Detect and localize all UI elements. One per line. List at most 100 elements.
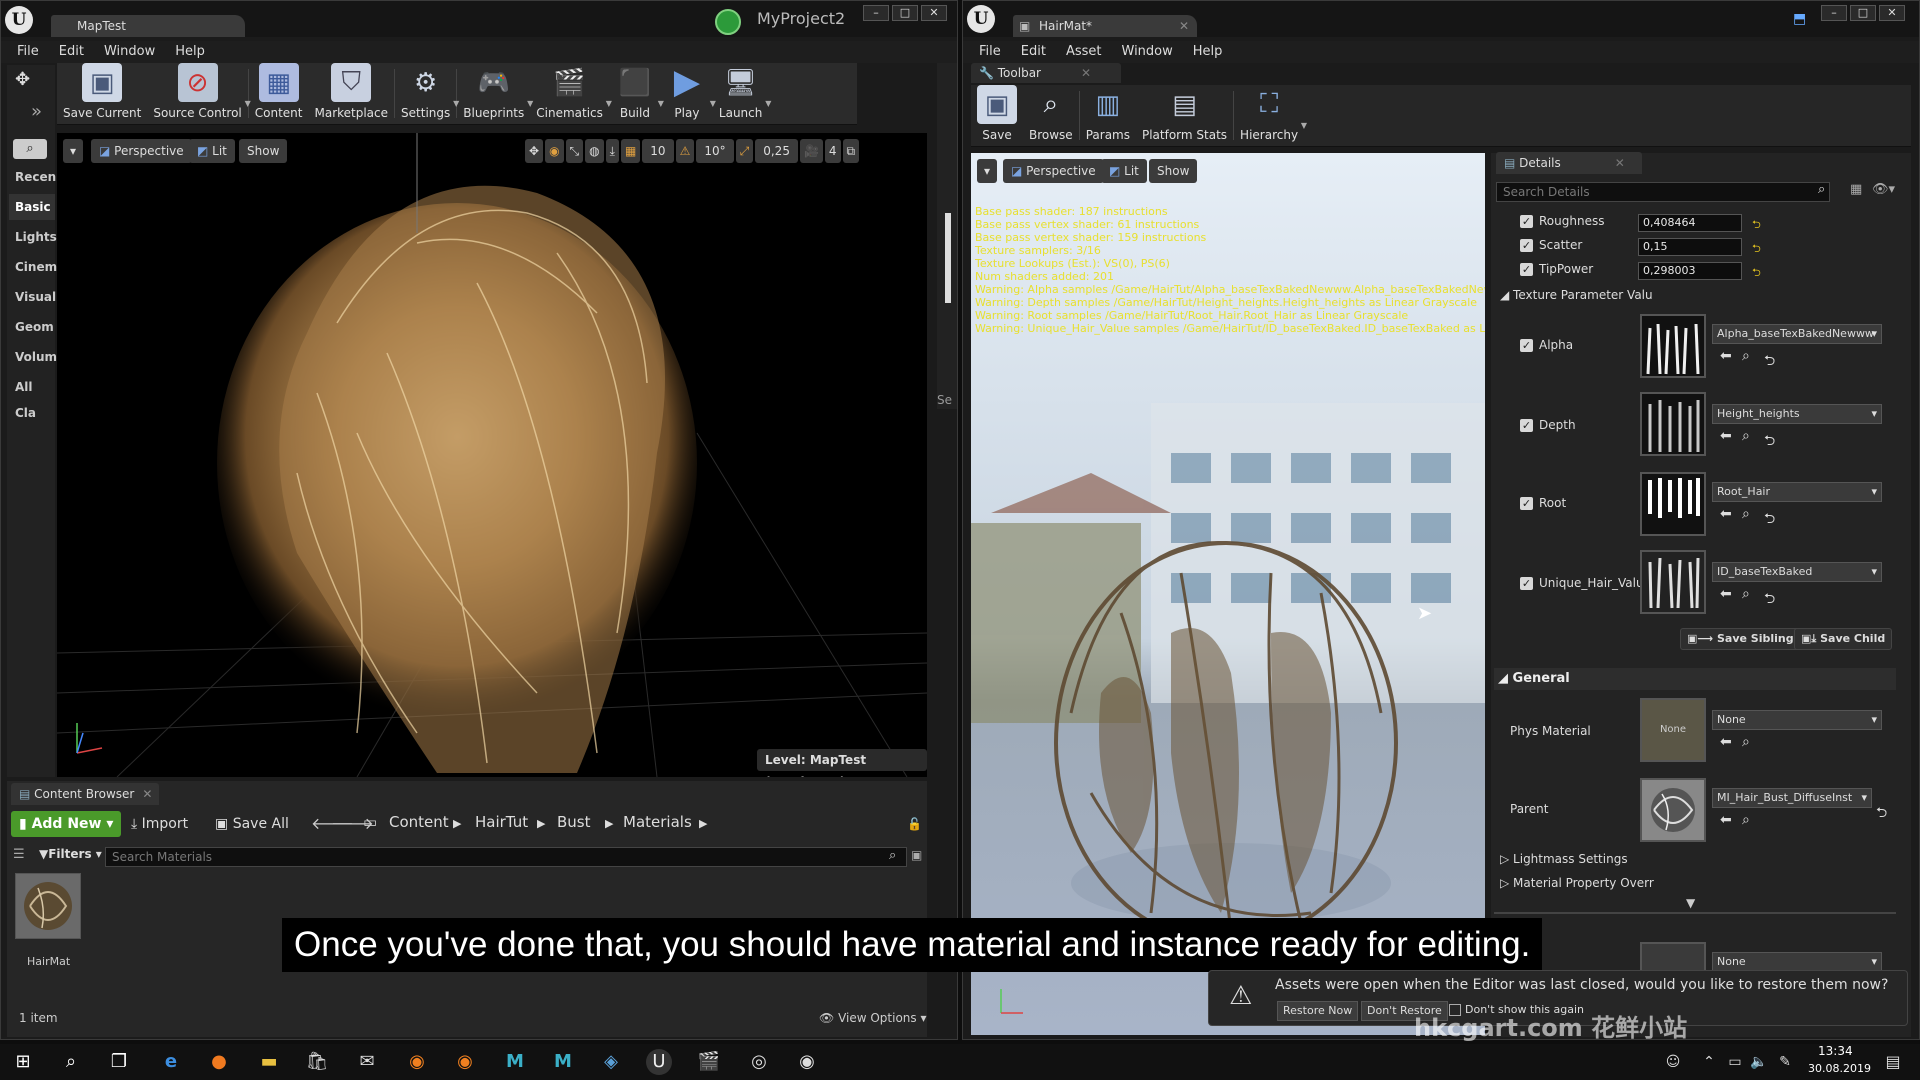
scale-icon[interactable]: ⤡ <box>565 139 584 163</box>
save-child-button[interactable]: ▣⤓ Save Child <box>1794 628 1893 650</box>
blueprints-button[interactable]: 🎮 Blueprints ▼ <box>457 63 533 124</box>
content-button[interactable]: ▦ Content <box>249 63 309 124</box>
breadcrumb-content[interactable]: Content <box>389 813 449 831</box>
hierarchy-button[interactable]: ⛶ Hierarchy ▼ <box>1234 85 1307 146</box>
close-button[interactable]: ✕ <box>1879 5 1905 21</box>
place-tab-volumes[interactable]: Volum <box>9 344 57 370</box>
details-search-input[interactable]: Search Details <box>1496 182 1830 202</box>
firefox-icon[interactable]: ● <box>206 1049 232 1075</box>
browse-magnifier-icon[interactable]: ⌕ <box>1742 586 1750 602</box>
roughness-value-field[interactable]: 0,408464 <box>1638 214 1742 232</box>
close-icon[interactable]: ✕ <box>142 787 152 801</box>
params-button[interactable]: ▥ Params <box>1080 85 1136 146</box>
task-view-icon[interactable]: ❐ <box>106 1049 132 1075</box>
restore-now-button[interactable]: Restore Now <box>1277 1001 1359 1021</box>
save-sibling-button[interactable]: ▣⟶ Save Sibling <box>1680 628 1801 650</box>
use-selected-arrow-icon[interactable]: ⬅ <box>1720 506 1732 522</box>
maya-icon[interactable]: M <box>502 1049 528 1075</box>
reset-arrow-icon[interactable]: ⮌ <box>1876 802 1887 826</box>
parent-material-dropdown[interactable]: MI_Hair_Bust_DiffuseInst ▾ <box>1712 788 1872 808</box>
alpha-texture-thumbnail[interactable] <box>1640 314 1706 378</box>
place-tab-lights[interactable]: Lights <box>9 224 57 250</box>
place-tab-recent[interactable]: Recen <box>9 164 56 190</box>
maximize-button[interactable]: □ <box>892 5 918 21</box>
root-texture-dropdown[interactable]: Root_Hair ▾ <box>1712 482 1882 502</box>
browse-magnifier-icon[interactable]: ⌕ <box>1742 734 1750 750</box>
blender-icon[interactable]: ◉ <box>404 1049 430 1075</box>
save-current-button[interactable]: ▣ Save Current <box>57 63 147 124</box>
menu-window[interactable]: Window <box>1112 41 1183 63</box>
launch-button[interactable]: 🖥 Launch ▼ <box>713 63 771 124</box>
windows-start-icon[interactable]: ⊞ <box>10 1049 36 1075</box>
save-search-icon[interactable]: ▣ <box>911 848 922 862</box>
maximize-viewport-icon[interactable]: ⧉ <box>842 139 860 163</box>
use-selected-arrow-icon[interactable]: ⬅ <box>1720 734 1732 750</box>
use-selected-arrow-icon[interactable]: ⬅ <box>1720 812 1732 828</box>
clock-date[interactable]: 30.08.2019 <box>1808 1062 1871 1075</box>
minimize-button[interactable]: – <box>863 5 889 21</box>
show-button[interactable]: Show <box>239 139 288 163</box>
scale-snap-icon[interactable]: ⤢ <box>735 139 754 163</box>
perspective-button[interactable]: ◪ Perspective <box>1003 159 1104 183</box>
platform-stats-button[interactable]: ▤ Platform Stats <box>1136 85 1233 146</box>
phys-material-thumbnail[interactable]: None <box>1640 698 1706 762</box>
breadcrumb-hairtut[interactable]: HairTut <box>475 813 528 831</box>
param-enable-checkbox[interactable]: ✓ <box>1520 239 1533 252</box>
depth-texture-dropdown[interactable]: Height_heights ▾ <box>1712 404 1882 424</box>
param-enable-checkbox[interactable]: ✓ <box>1520 263 1533 276</box>
menu-file[interactable]: File <box>969 41 1011 63</box>
menu-file[interactable]: File <box>7 41 49 63</box>
param-enable-checkbox[interactable]: ✓ <box>1520 497 1533 510</box>
browse-button[interactable]: ⌕ Browse <box>1023 85 1079 146</box>
people-icon[interactable]: ☺ <box>1660 1049 1686 1075</box>
asset-tile-hairmat[interactable] <box>15 873 81 939</box>
video-editor-icon[interactable]: 🎬 <box>696 1049 722 1075</box>
scrollbar-thumb[interactable] <box>945 213 951 303</box>
marvelous-icon[interactable]: M <box>550 1049 576 1075</box>
viewport-options-button[interactable]: ▾ <box>977 159 997 183</box>
param-enable-checkbox[interactable]: ✓ <box>1520 339 1533 352</box>
camera-speed-icon[interactable]: 🎥 <box>799 139 823 163</box>
toolbar-tab[interactable]: 🔧 Toolbar ✕ <box>971 63 1121 83</box>
tippower-value-field[interactable]: 0,298003 <box>1638 262 1742 280</box>
menu-window[interactable]: Window <box>94 41 165 63</box>
place-tab-geometry[interactable]: Geom <box>9 314 55 340</box>
reset-arrow-icon[interactable]: ⮌ <box>1752 264 1761 283</box>
show-button[interactable]: Show <box>1149 159 1198 183</box>
root-texture-thumbnail[interactable] <box>1640 472 1706 536</box>
blender-alt-icon[interactable]: ◉ <box>452 1049 478 1075</box>
rotation-snap-value[interactable]: 10° <box>696 139 734 163</box>
source-control-status-icon[interactable] <box>715 9 741 35</box>
alpha-texture-dropdown[interactable]: Alpha_baseTexBakedNewww ▾ <box>1712 324 1882 344</box>
surface-snap-icon[interactable]: ⤓ <box>605 139 619 163</box>
close-icon[interactable]: ✕ <box>1179 15 1189 37</box>
source-control-button[interactable]: ⊘ Source Control ▼ <box>147 63 251 124</box>
build-button[interactable]: ⬛ Build ▼ <box>609 63 664 124</box>
param-enable-checkbox[interactable]: ✓ <box>1520 577 1533 590</box>
network-icon[interactable]: ▭ <box>1722 1049 1748 1075</box>
scale-snap-value[interactable]: 0,25 <box>755 139 798 163</box>
volume-icon[interactable]: 🔈 <box>1746 1049 1772 1075</box>
view-options-button[interactable]: 👁 View Options ▾ <box>819 1011 927 1025</box>
place-mode-icon[interactable]: ✥ <box>15 69 30 90</box>
browse-magnifier-icon[interactable]: ⌕ <box>1742 348 1750 364</box>
search-icon[interactable]: ⌕ <box>13 139 47 159</box>
rotate-icon[interactable]: ◉ <box>545 139 564 163</box>
search-icon[interactable]: ⌕ <box>58 1049 84 1075</box>
param-enable-checkbox[interactable]: ✓ <box>1520 215 1533 228</box>
material-property-header[interactable]: ▷ Material Property Overr <box>1500 876 1654 890</box>
lower-dropdown[interactable]: None ▾ <box>1712 952 1882 972</box>
reset-arrow-icon[interactable]: ⮌ <box>1752 240 1761 259</box>
level-viewport[interactable]: ▾ ◪ Perspective ◩ Lit Show ✥ ◉ ⤡ ◍ ⤓ ▦ 1… <box>57 133 927 777</box>
scroll-down-arrow-icon[interactable]: ▼ <box>1686 896 1695 910</box>
place-tab-basic[interactable]: Basic <box>9 194 55 220</box>
clock-time[interactable]: 13:34 <box>1818 1044 1853 1058</box>
unique-hair-value-texture-dropdown[interactable]: ID_baseTexBaked ▾ <box>1712 562 1882 582</box>
play-button[interactable]: ▶ Play ▼ <box>661 62 716 124</box>
steam-icon[interactable]: ◈ <box>598 1049 624 1075</box>
menu-asset[interactable]: Asset <box>1056 41 1112 63</box>
marketplace-button[interactable]: ⛉ Marketplace <box>308 63 394 124</box>
reset-arrow-icon[interactable]: ⮌ <box>1764 588 1775 612</box>
menu-help[interactable]: Help <box>165 41 215 63</box>
breadcrumb-materials[interactable]: Materials <box>623 813 692 831</box>
